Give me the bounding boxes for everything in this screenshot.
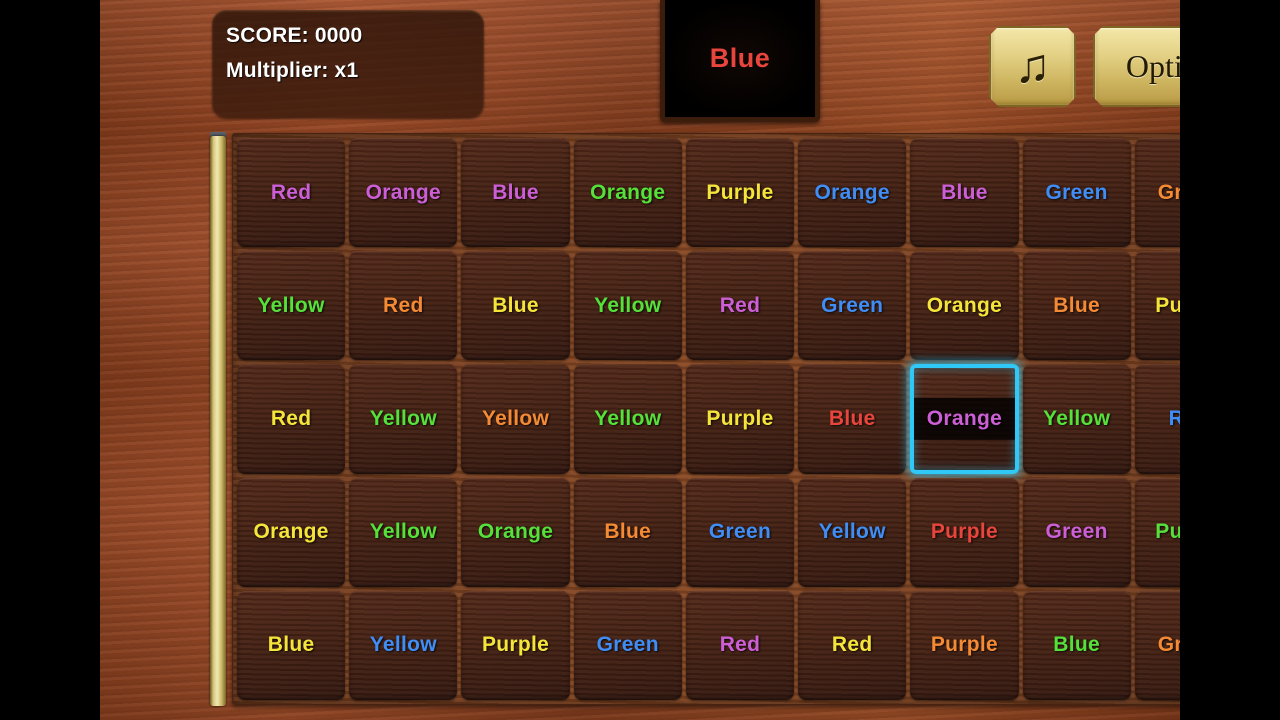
word-tile-label: Purple <box>481 633 550 657</box>
word-tile-label: Green <box>708 520 772 544</box>
word-tile-label: Blue <box>492 180 539 204</box>
word-tile-label: Green <box>1045 520 1108 544</box>
word-tile-label: Blue <box>828 406 876 430</box>
word-tile[interactable]: Red <box>685 590 795 700</box>
word-tile[interactable]: Blue <box>461 138 570 248</box>
word-tile-label: Yellow <box>369 520 437 544</box>
word-tile[interactable]: Red <box>237 364 346 474</box>
word-tile-label: Orange <box>814 180 890 204</box>
word-tile[interactable]: Blue <box>237 590 346 700</box>
word-tile[interactable]: Orange <box>237 477 346 587</box>
game-screen: SCORE: 0000 Multiplier: x1 Blue ♫ Option… <box>0 0 1280 720</box>
word-tile-label: Yellow <box>594 406 662 430</box>
target-word-screen: Blue <box>665 0 815 117</box>
word-tile[interactable]: Orange <box>349 138 458 248</box>
word-tile-label: Green <box>1045 180 1108 204</box>
word-tile-label: Yellow <box>369 633 437 657</box>
word-tile-label: Green <box>596 633 659 657</box>
word-tile-label: Purple <box>930 633 999 657</box>
word-tile-label: Blue <box>492 293 539 317</box>
word-tile-label: Red <box>719 293 761 317</box>
word-tile-label: Red <box>270 180 312 204</box>
word-tile-label: Yellow <box>818 520 886 544</box>
word-tile[interactable]: Blue <box>461 251 570 361</box>
word-tile-label: Red <box>270 406 312 430</box>
word-tile-label: Purple <box>706 406 774 430</box>
word-tile[interactable]: Orange <box>573 138 682 248</box>
word-tile-label: Yellow <box>1043 406 1111 430</box>
word-tile[interactable]: Red <box>349 251 458 361</box>
music-button[interactable]: ♫ <box>989 26 1076 107</box>
word-tile[interactable]: Green <box>685 477 795 587</box>
word-tile[interactable]: Red <box>798 590 907 700</box>
word-tile[interactable]: Red <box>685 251 795 361</box>
word-tile-label: Orange <box>253 520 329 544</box>
word-tile-label: Orange <box>365 180 441 204</box>
word-tile[interactable]: Orange <box>798 138 907 248</box>
game-wood-background: SCORE: 0000 Multiplier: x1 Blue ♫ Option… <box>100 0 1270 720</box>
word-tile-label: Blue <box>604 520 652 544</box>
word-tile[interactable]: Yellow <box>461 364 570 474</box>
word-tile[interactable]: Blue <box>1022 251 1131 361</box>
word-tile-label: Red <box>383 293 424 317</box>
word-tile-label: Orange <box>590 180 666 204</box>
word-tile[interactable]: Yellow <box>798 477 907 587</box>
word-tile-label: Yellow <box>369 406 437 430</box>
letterbox-right <box>1180 0 1280 720</box>
target-word: Blue <box>709 43 771 73</box>
word-tile-label: Blue <box>1053 633 1101 657</box>
word-tile-label: Yellow <box>257 293 325 317</box>
word-tile-label: Red <box>831 633 873 657</box>
target-word-panel: Blue <box>660 0 820 122</box>
music-note-icon: ♫ <box>1014 39 1051 93</box>
word-tile[interactable]: Orange <box>461 477 570 587</box>
score-label: SCORE: 0000 <box>226 24 363 47</box>
word-tile-label: Yellow <box>594 293 662 317</box>
word-tile[interactable]: Blue <box>1022 590 1131 700</box>
word-tile-label: Green <box>821 293 884 317</box>
word-tile[interactable]: Blue <box>910 138 1019 248</box>
word-tile[interactable]: Purple <box>910 477 1019 587</box>
timer-gauge-left <box>210 136 226 706</box>
word-tile[interactable]: Yellow <box>237 251 346 361</box>
word-tile[interactable]: Green <box>798 251 907 361</box>
word-tile[interactable]: Purple <box>685 138 795 248</box>
word-tile[interactable]: Blue <box>573 477 682 587</box>
word-tile[interactable]: Yellow <box>349 477 458 587</box>
word-tile-label: Blue <box>1053 293 1101 317</box>
score-panel: SCORE: 0000 Multiplier: x1 <box>212 10 484 118</box>
word-tile[interactable]: Purple <box>685 364 795 474</box>
word-tile[interactable]: Blue <box>798 364 907 474</box>
word-tile[interactable]: Yellow <box>349 364 458 474</box>
word-tile-label: Blue <box>267 633 315 657</box>
word-tile[interactable]: Green <box>573 590 682 700</box>
word-tile[interactable]: Red <box>237 138 346 248</box>
word-tile[interactable]: Green <box>1022 138 1131 248</box>
word-tile-label: Purple <box>930 520 999 544</box>
word-tile-label: Yellow <box>481 406 550 430</box>
word-tile[interactable]: Orange <box>910 251 1019 361</box>
word-tile-label: Red <box>719 633 761 657</box>
word-tile-selected[interactable]: Orange <box>910 364 1019 474</box>
word-tile-label: Orange <box>926 293 1003 317</box>
multiplier-label: Multiplier: x1 <box>226 59 359 82</box>
word-tile[interactable]: Green <box>1022 477 1131 587</box>
word-tile[interactable]: Yellow <box>573 251 682 361</box>
word-tile-label: Orange <box>926 406 1003 430</box>
word-board: Red Orange Blue Orange Purple Orange Blue Green… <box>232 133 1248 705</box>
word-tile-label: Blue <box>941 180 988 204</box>
word-tile[interactable]: Yellow <box>573 364 682 474</box>
word-tile[interactable]: Yellow <box>349 590 458 700</box>
word-tile-label: Purple <box>706 180 774 204</box>
word-tile[interactable]: Purple <box>910 590 1019 700</box>
word-tile-label: Orange <box>477 520 554 544</box>
letterbox-left <box>0 0 100 720</box>
word-tile[interactable]: Yellow <box>1022 364 1131 474</box>
word-tile[interactable]: Purple <box>461 590 570 700</box>
